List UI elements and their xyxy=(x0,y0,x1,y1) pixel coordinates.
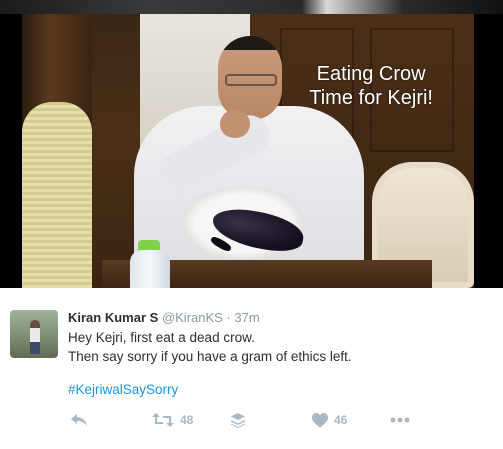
like-count: 46 xyxy=(334,413,348,427)
reply-icon xyxy=(71,414,87,426)
caption-line-2: Time for Kejri! xyxy=(309,87,433,109)
image-top-strip xyxy=(0,0,503,14)
like-button[interactable]: 46 xyxy=(312,408,347,432)
person-left xyxy=(22,102,92,288)
user-name[interactable]: Kiran Kumar S xyxy=(68,310,158,325)
retweet-count: 48 xyxy=(180,413,194,427)
buffer-button[interactable] xyxy=(230,408,246,432)
caption-line-1: Eating Crow xyxy=(316,63,426,85)
tweet-actions: 48 46 xyxy=(68,408,428,432)
separator-dot: · xyxy=(226,310,231,325)
glasses xyxy=(225,74,277,86)
avatar[interactable] xyxy=(10,310,58,358)
heart-icon xyxy=(312,412,328,427)
retweet-button[interactable]: 48 xyxy=(152,408,193,432)
tweet-text-line-1: Hey Kejri, first eat a dead crow. xyxy=(68,330,255,345)
tweet-text-line-2: Then say sorry if you have a gram of eth… xyxy=(68,349,352,364)
meme-caption: Eating Crow Time for Kejri! xyxy=(309,62,433,110)
hashtag-link[interactable]: #KejriwalSaySorry xyxy=(68,380,178,399)
tweet-timestamp[interactable]: 37m xyxy=(234,310,259,325)
stack-icon xyxy=(231,413,245,428)
retweet-icon xyxy=(152,413,174,427)
photo xyxy=(22,14,474,288)
tweet-header: Kiran Kumar S @KiranKS · 37m xyxy=(68,309,260,327)
water-bottle xyxy=(130,250,170,288)
avatar-figure xyxy=(30,320,40,354)
tweet-media-image[interactable]: Eating Crow Time for Kejri! xyxy=(0,0,503,288)
reply-button[interactable] xyxy=(70,408,88,432)
more-button[interactable] xyxy=(390,408,410,432)
user-handle[interactable]: @KiranKS xyxy=(162,310,223,325)
hand xyxy=(220,110,250,138)
more-icon xyxy=(390,417,410,423)
tweet-text: Hey Kejri, first eat a dead crow. Then s… xyxy=(68,328,352,366)
